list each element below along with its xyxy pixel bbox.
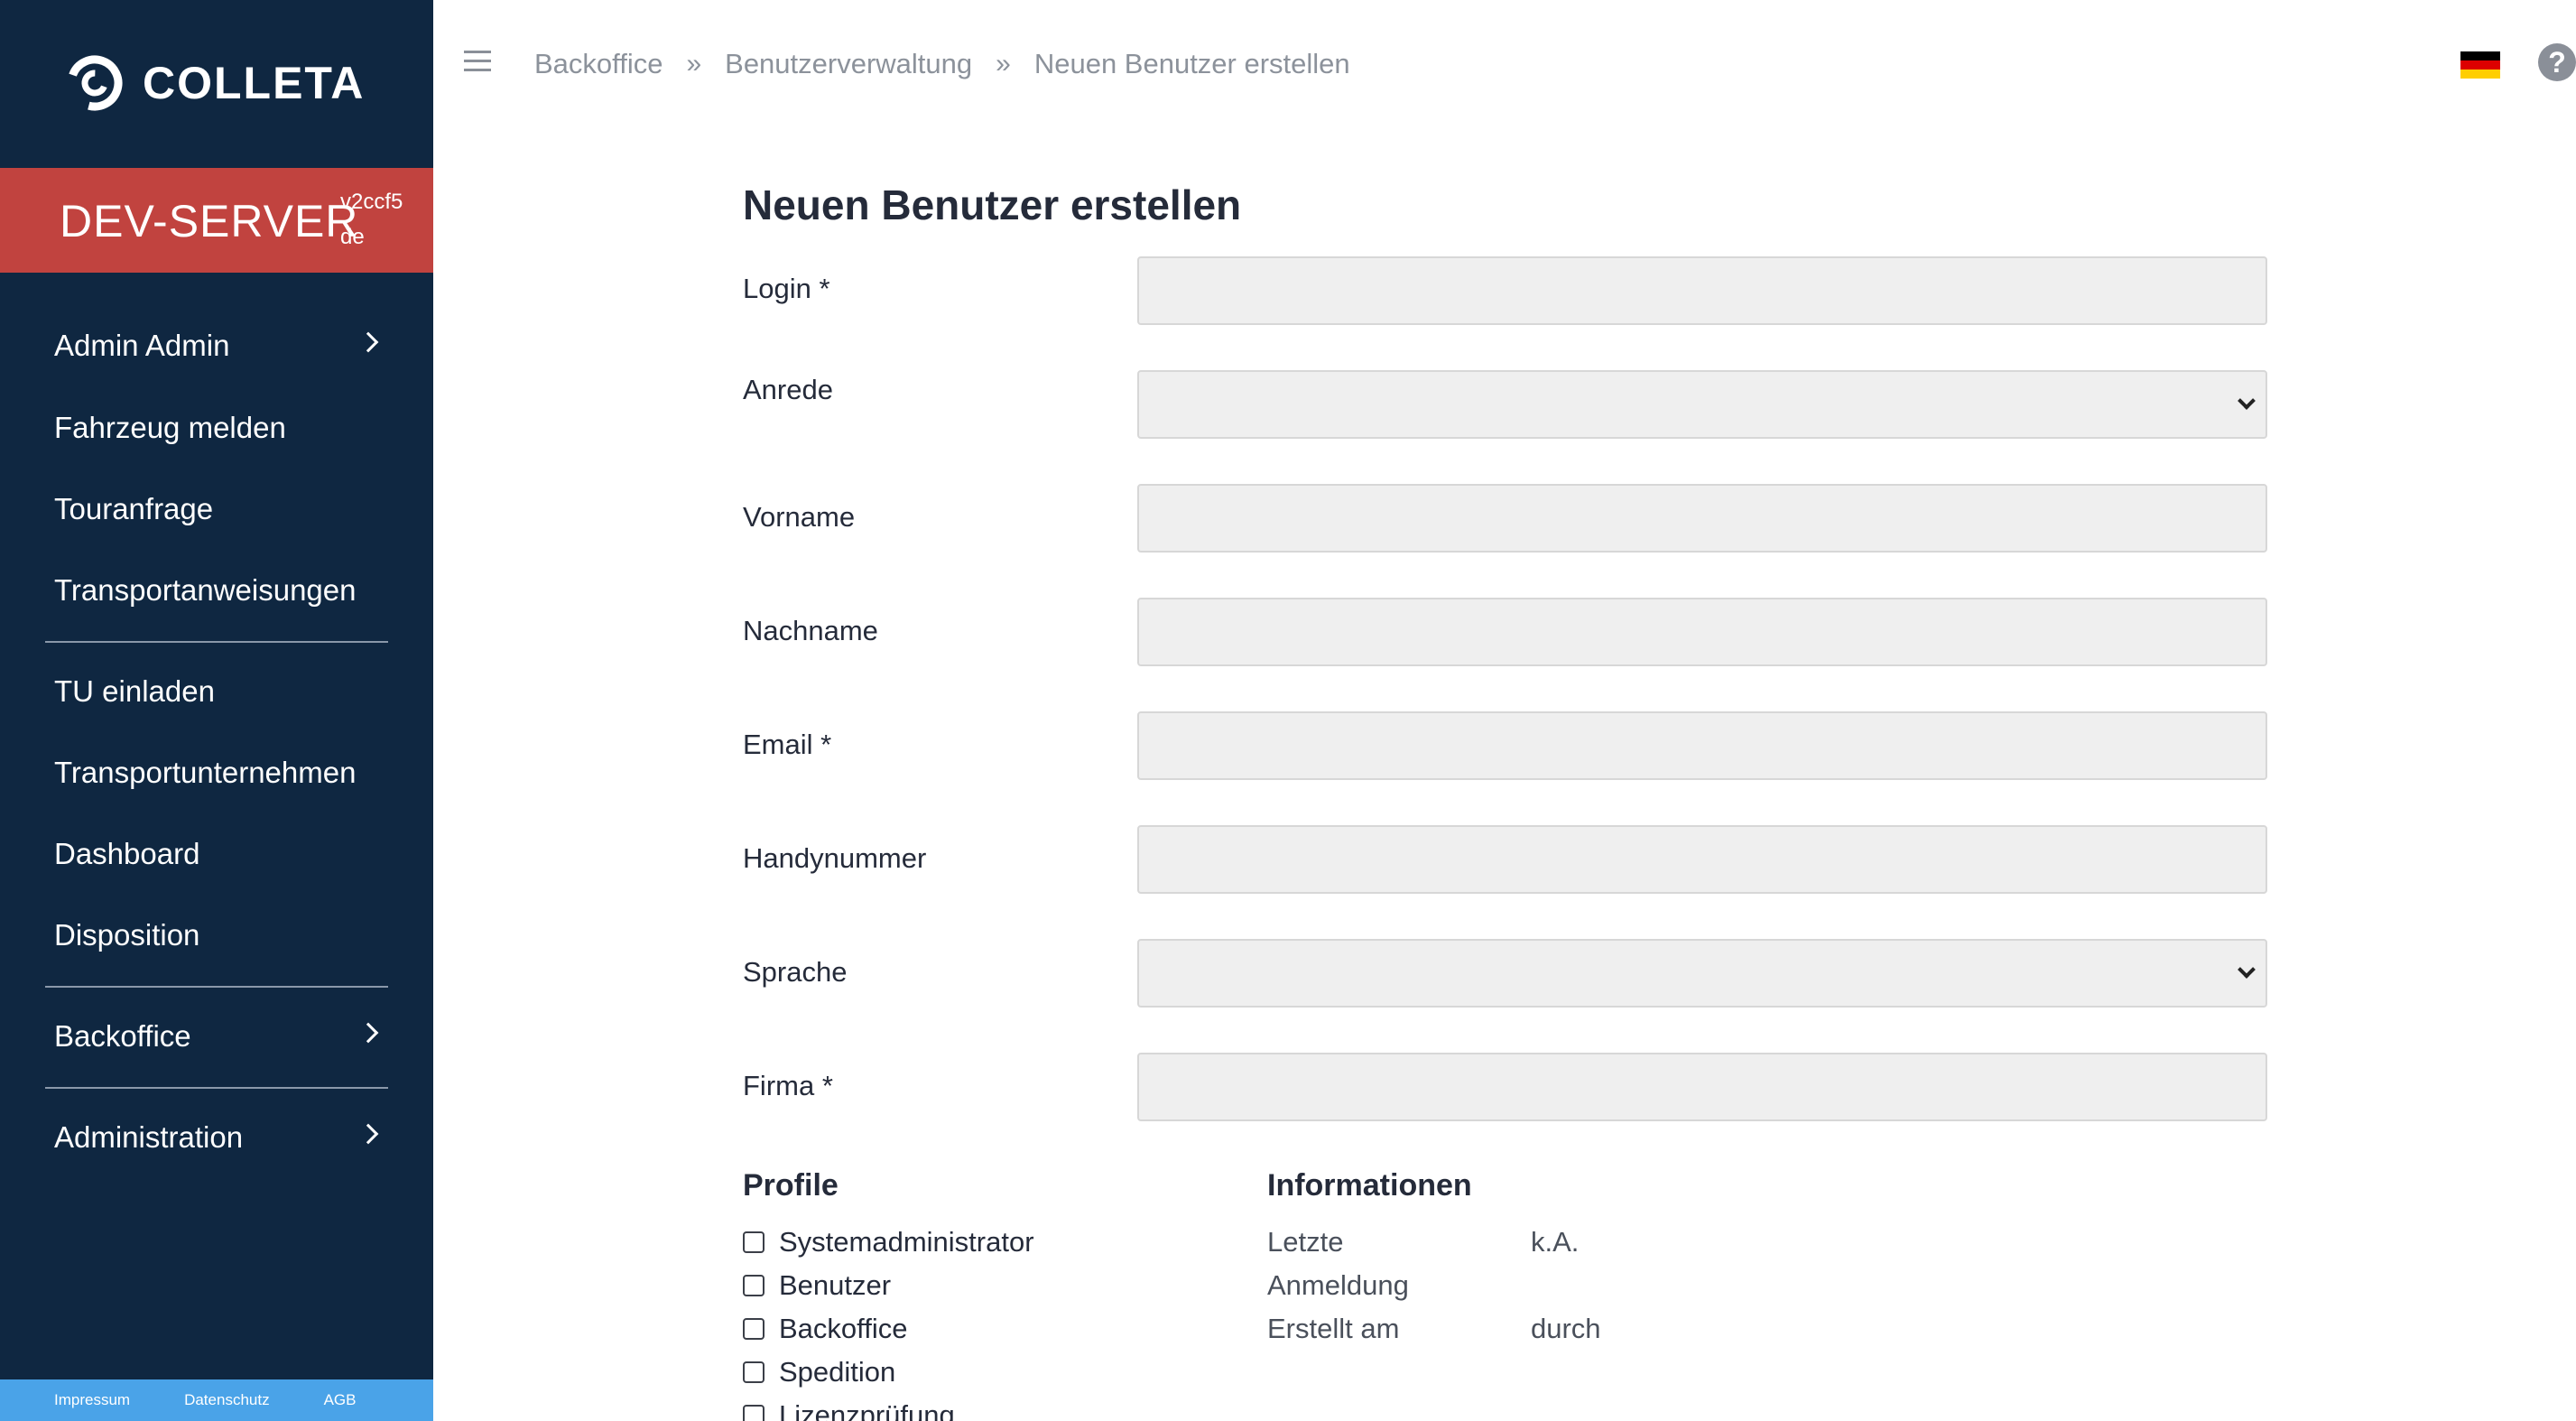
created-by-label: durch bbox=[1531, 1313, 1601, 1344]
chevron-right-icon bbox=[357, 1022, 379, 1044]
help-icon[interactable]: ? bbox=[2538, 43, 2576, 81]
double-chevron-right-icon: » bbox=[996, 49, 1011, 79]
handynummer-input[interactable] bbox=[1137, 825, 2267, 894]
vorname-label: Vorname bbox=[743, 501, 856, 533]
last-login-label-line2: Anmeldung bbox=[1267, 1269, 1409, 1301]
checkbox-label: Lizenzprüfung bbox=[779, 1399, 955, 1421]
nachname-label: Nachname bbox=[743, 615, 878, 646]
chevron-right-icon bbox=[357, 1123, 379, 1145]
sidebar-item-dashboard[interactable]: Dashboard bbox=[0, 813, 433, 895]
profile-checkbox-lizenzpruefung[interactable]: Lizenzprüfung bbox=[743, 1398, 955, 1421]
email-label: Email * bbox=[743, 729, 832, 760]
sidebar-item-transportunternehmen[interactable]: Transportunternehmen bbox=[0, 732, 433, 813]
last-login-value: k.A. bbox=[1531, 1226, 1580, 1258]
checkbox-label: Systemadministrator bbox=[779, 1226, 1034, 1258]
breadcrumb-backoffice[interactable]: Backoffice bbox=[534, 48, 663, 80]
sidebar-item-tu-einladen[interactable]: TU einladen bbox=[0, 651, 433, 732]
environment-banner: DEV-SERVER v2ccf5 de bbox=[0, 168, 433, 273]
profile-title: Profile bbox=[743, 1168, 839, 1203]
sidebar-item-label: Touranfrage bbox=[54, 492, 214, 525]
sidebar-item-label: Transportunternehmen bbox=[54, 756, 357, 789]
created-label: Erstellt am bbox=[1267, 1313, 1400, 1344]
sidebar-item-transportanweisungen[interactable]: Transportanweisungen bbox=[0, 550, 433, 631]
germany-flag-icon[interactable] bbox=[2460, 51, 2500, 79]
informationen-title: Informationen bbox=[1267, 1168, 1472, 1203]
anrede-label: Anrede bbox=[743, 374, 833, 405]
firma-input[interactable] bbox=[1137, 1053, 2267, 1121]
sidebar-item-label: Admin Admin bbox=[54, 329, 230, 362]
sidebar-item-fahrzeug-melden[interactable]: Fahrzeug melden bbox=[0, 387, 433, 469]
sidebar-item-label: TU einladen bbox=[54, 674, 215, 708]
sidebar-divider bbox=[45, 1087, 388, 1089]
firma-label: Firma * bbox=[743, 1070, 833, 1101]
sidebar-item-label: Disposition bbox=[54, 918, 200, 952]
anrede-select[interactable] bbox=[1137, 370, 2267, 439]
sidebar-item-label: Transportanweisungen bbox=[54, 573, 357, 607]
profile-checkbox-benutzer[interactable]: Benutzer bbox=[743, 1268, 891, 1304]
sidebar-item-backoffice[interactable]: Backoffice bbox=[0, 996, 433, 1077]
vorname-input[interactable] bbox=[1137, 484, 2267, 553]
checkbox-label: Backoffice bbox=[779, 1313, 908, 1344]
breadcrumb-benutzerverwaltung[interactable]: Benutzerverwaltung bbox=[725, 48, 972, 80]
checkbox[interactable] bbox=[743, 1231, 764, 1253]
sidebar-item-label: Administration bbox=[54, 1120, 244, 1154]
hamburger-menu-icon[interactable] bbox=[464, 51, 491, 72]
sidebar-divider bbox=[45, 641, 388, 643]
sidebar-item-disposition[interactable]: Disposition bbox=[0, 895, 433, 976]
footer-link-agb[interactable]: AGB bbox=[324, 1391, 357, 1409]
environment-name: DEV-SERVER bbox=[60, 196, 359, 246]
sidebar-item-admin-admin[interactable]: Admin Admin bbox=[0, 305, 433, 386]
chevron-right-icon bbox=[357, 331, 379, 353]
sidebar-item-label: Fahrzeug melden bbox=[54, 411, 286, 444]
brand-logo[interactable]: COLLETA bbox=[63, 47, 365, 119]
sidebar-item-label: Dashboard bbox=[54, 837, 200, 870]
sidebar-item-label: Backoffice bbox=[54, 1019, 191, 1053]
sidebar-divider bbox=[45, 986, 388, 988]
checkbox[interactable] bbox=[743, 1361, 764, 1383]
double-chevron-right-icon: » bbox=[686, 49, 702, 79]
sidebar-item-administration[interactable]: Administration bbox=[0, 1097, 433, 1178]
profile-checkbox-backoffice[interactable]: Backoffice bbox=[743, 1311, 907, 1347]
checkbox-label: Benutzer bbox=[779, 1269, 892, 1301]
email-input[interactable] bbox=[1137, 711, 2267, 780]
environment-version: v2ccf5 bbox=[340, 190, 403, 214]
checkbox[interactable] bbox=[743, 1318, 764, 1340]
environment-language: de bbox=[340, 225, 365, 249]
last-login-label: Letzte bbox=[1267, 1226, 1344, 1258]
brand-name: COLLETA bbox=[143, 58, 366, 108]
sidebar-footer: Impressum Datenschutz AGB bbox=[0, 1379, 433, 1421]
handynummer-label: Handynummer bbox=[743, 842, 927, 874]
nachname-input[interactable] bbox=[1137, 598, 2267, 666]
checkbox[interactable] bbox=[743, 1405, 764, 1421]
sprache-label: Sprache bbox=[743, 956, 848, 988]
checkbox-label: Spedition bbox=[779, 1356, 896, 1388]
footer-link-datenschutz[interactable]: Datenschutz bbox=[184, 1391, 270, 1409]
profile-checkbox-systemadministrator[interactable]: Systemadministrator bbox=[743, 1224, 1034, 1260]
sprache-select[interactable] bbox=[1137, 939, 2267, 1008]
sidebar: COLLETA DEV-SERVER v2ccf5 de Admin Admin… bbox=[0, 0, 433, 1421]
breadcrumb: Backoffice » Benutzerverwaltung » Neuen … bbox=[534, 45, 1350, 83]
login-input[interactable] bbox=[1137, 256, 2267, 325]
footer-link-impressum[interactable]: Impressum bbox=[54, 1391, 130, 1409]
page-title: Neuen Benutzer erstellen bbox=[743, 181, 1242, 228]
sidebar-item-touranfrage[interactable]: Touranfrage bbox=[0, 469, 433, 550]
breadcrumb-current: Neuen Benutzer erstellen bbox=[1033, 48, 1350, 79]
colleta-logo-icon bbox=[67, 55, 123, 111]
profile-checkbox-spedition[interactable]: Spedition bbox=[743, 1354, 895, 1390]
checkbox[interactable] bbox=[743, 1275, 764, 1296]
login-label: Login * bbox=[743, 273, 830, 304]
